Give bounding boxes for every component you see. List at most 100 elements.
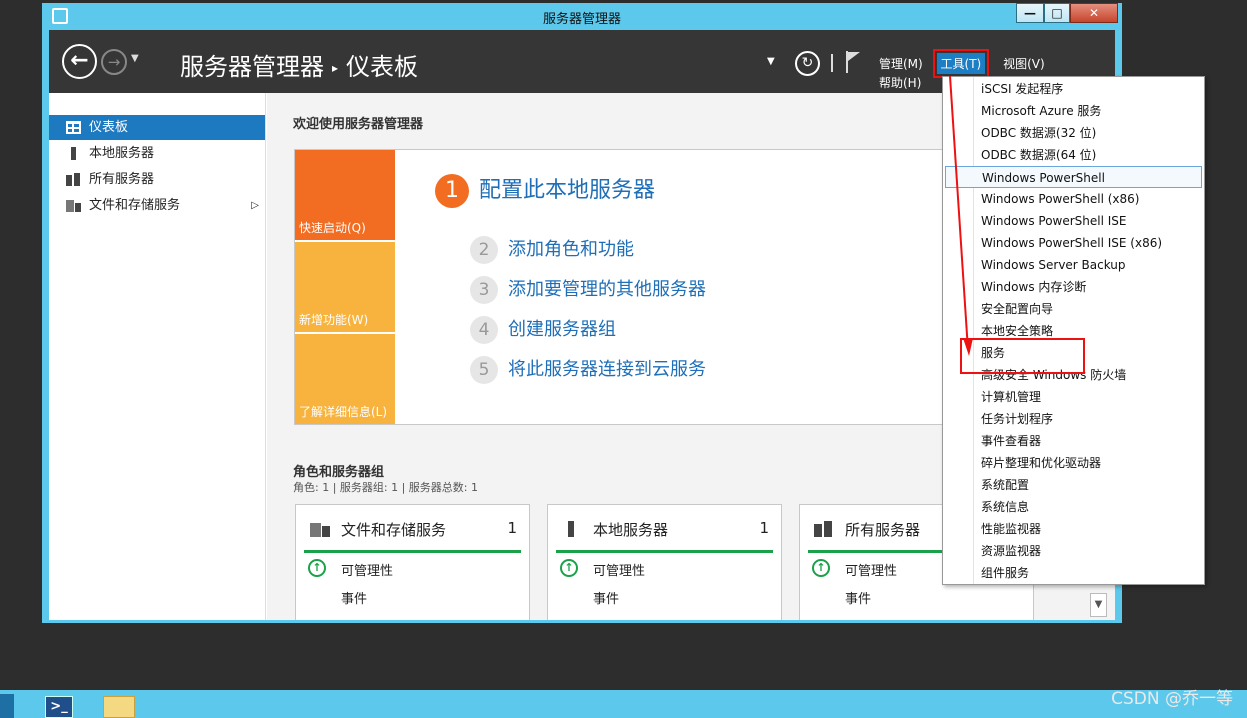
refresh-icon[interactable]: ↻ xyxy=(795,51,820,76)
menu-item-local-security-policy[interactable]: 本地安全策略 xyxy=(945,320,1202,342)
card-title: 本地服务器 xyxy=(593,521,669,539)
storage-icon xyxy=(310,523,330,537)
taskbar: >_ xyxy=(0,690,1247,718)
watermark: CSDN @乔一等 xyxy=(1111,689,1233,709)
card-count: 1 xyxy=(759,519,769,537)
sidebar-item-all-servers[interactable]: 所有服务器 xyxy=(49,167,265,192)
card-events[interactable]: 事件 xyxy=(341,588,367,607)
sidebar-item-file-storage[interactable]: 文件和存储服务 ▷ xyxy=(49,193,265,218)
forward-arrow-icon[interactable]: → xyxy=(101,49,127,75)
step-label: 配置此本地服务器 xyxy=(479,178,656,203)
menu-item-odbc64[interactable]: ODBC 数据源(64 位) xyxy=(945,144,1202,166)
menu-item-powershell-ise[interactable]: Windows PowerShell ISE xyxy=(945,210,1202,232)
card-events[interactable]: 事件 xyxy=(845,588,871,607)
menu-item-memory-diagnostic[interactable]: Windows 内存诊断 xyxy=(945,276,1202,298)
menu-item-defrag[interactable]: 碎片整理和优化驱动器 xyxy=(945,452,1202,474)
tile-quick-start[interactable]: 快速启动(Q) xyxy=(295,150,395,240)
maximize-button[interactable]: □ xyxy=(1044,3,1070,23)
card-count: 1 xyxy=(507,519,517,537)
step-label: 添加角色和功能 xyxy=(508,239,634,260)
menu-item-server-backup[interactable]: Windows Server Backup xyxy=(945,254,1202,276)
expand-arrow-icon[interactable]: ▷ xyxy=(251,193,259,218)
close-button[interactable]: ✕ xyxy=(1070,3,1118,23)
ok-status-icon: ↑ xyxy=(308,559,326,577)
tile-label: 快速启动(Q) xyxy=(299,221,366,235)
status-line xyxy=(556,550,773,553)
card-local-server[interactable]: 本地服务器 1 ↑ 可管理性 事件 xyxy=(547,504,782,620)
window-title: 服务器管理器 xyxy=(542,12,621,27)
server-icon xyxy=(71,147,76,160)
welcome-title: 欢迎使用服务器管理器 xyxy=(293,117,424,132)
menu-item-azure[interactable]: Microsoft Azure 服务 xyxy=(945,100,1202,122)
card-events[interactable]: 事件 xyxy=(593,588,619,607)
notifications-flag-icon[interactable] xyxy=(846,51,862,73)
menu-help[interactable]: 帮助(H) xyxy=(879,74,921,91)
menu-item-event-viewer[interactable]: 事件查看器 xyxy=(945,430,1202,452)
scroll-down-button[interactable]: ▼ xyxy=(1090,593,1107,617)
menu-item-resource-monitor[interactable]: 资源监视器 xyxy=(945,540,1202,562)
step-add-roles[interactable]: 2 添加角色和功能 xyxy=(470,235,634,264)
dashboard-icon xyxy=(66,121,81,134)
menu-item-powershell-x86[interactable]: Windows PowerShell (x86) xyxy=(945,188,1202,210)
sidebar-item-local-server[interactable]: 本地服务器 xyxy=(49,141,265,166)
step-create-group[interactable]: 4 创建服务器组 xyxy=(470,315,616,344)
menu-tools[interactable]: 工具(T) xyxy=(932,49,990,78)
servers-icon xyxy=(66,173,80,186)
sidebar-item-label: 文件和存储服务 xyxy=(89,198,181,213)
step-label: 添加要管理的其他服务器 xyxy=(508,279,706,300)
powershell-taskbar-icon[interactable]: >_ xyxy=(45,696,73,718)
tile-label: 了解详细信息(L) xyxy=(299,405,388,419)
step-add-servers[interactable]: 3 添加要管理的其他服务器 xyxy=(470,275,706,304)
step-number: 4 xyxy=(470,316,498,344)
menu-item-powershell-ise-x86[interactable]: Windows PowerShell ISE (x86) xyxy=(945,232,1202,254)
tile-learn-more[interactable]: 了解详细信息(L) xyxy=(295,334,395,424)
menu-item-odbc32[interactable]: ODBC 数据源(32 位) xyxy=(945,122,1202,144)
divider xyxy=(831,54,833,72)
menu-item-iscsi[interactable]: iSCSI 发起程序 xyxy=(945,78,1202,100)
title-bar[interactable]: 服务器管理器 — □ ✕ xyxy=(42,3,1122,30)
menu-manage[interactable]: 管理(M) xyxy=(879,55,923,72)
back-arrow-icon[interactable]: ← xyxy=(62,44,97,79)
servers-icon xyxy=(814,521,832,537)
menu-item-system-config[interactable]: 系统配置 xyxy=(945,474,1202,496)
menu-item-component-services[interactable]: 组件服务 xyxy=(945,562,1202,584)
step-number: 3 xyxy=(470,276,498,304)
minimize-button[interactable]: — xyxy=(1016,3,1044,23)
folder-taskbar-icon[interactable] xyxy=(103,696,135,718)
ok-status-icon: ↑ xyxy=(812,559,830,577)
sidebar-item-label: 本地服务器 xyxy=(89,146,155,161)
menu-item-powershell[interactable]: Windows PowerShell xyxy=(945,166,1202,188)
menu-item-performance-monitor[interactable]: 性能监视器 xyxy=(945,518,1202,540)
menu-item-computer-management[interactable]: 计算机管理 xyxy=(945,386,1202,408)
step-configure-local-server[interactable]: 1 配置此本地服务器 xyxy=(435,172,655,208)
menu-view[interactable]: 视图(V) xyxy=(1003,55,1045,72)
menu-item-services[interactable]: 服务 xyxy=(945,342,1202,364)
start-button[interactable] xyxy=(0,694,14,718)
sidebar-item-dashboard[interactable]: 仪表板 xyxy=(49,115,265,140)
history-dropdown-icon[interactable]: ▼ xyxy=(131,53,139,64)
tools-dropdown-menu: iSCSI 发起程序 Microsoft Azure 服务 ODBC 数据源(3… xyxy=(942,76,1205,585)
step-label: 创建服务器组 xyxy=(508,319,616,340)
menu-item-security-wizard[interactable]: 安全配置向导 xyxy=(945,298,1202,320)
step-number: 1 xyxy=(435,174,469,208)
step-number: 2 xyxy=(470,236,498,264)
sidebar-item-label: 所有服务器 xyxy=(89,172,155,187)
tile-whats-new[interactable]: 新增功能(W) xyxy=(295,242,395,332)
refresh-dropdown-icon[interactable]: ▼ xyxy=(767,56,775,67)
ok-status-icon: ↑ xyxy=(560,559,578,577)
breadcrumb-separator-icon: ▸ xyxy=(332,61,339,75)
step-connect-cloud[interactable]: 5 将此服务器连接到云服务 xyxy=(470,355,706,384)
card-manageability[interactable]: 可管理性 xyxy=(845,560,897,579)
breadcrumb-root[interactable]: 服务器管理器 xyxy=(180,53,324,81)
menu-item-task-scheduler[interactable]: 任务计划程序 xyxy=(945,408,1202,430)
breadcrumb-page: 仪表板 xyxy=(346,53,419,81)
desktop: 服务器管理器 — □ ✕ ← → ▼ 服务器管理器 ▸ 仪表板 ▼ ↻ 管理(M… xyxy=(0,0,1247,718)
status-line xyxy=(304,550,521,553)
menu-item-firewall[interactable]: 高级安全 Windows 防火墙 xyxy=(945,364,1202,386)
card-file-storage[interactable]: 文件和存储服务 1 ↑ 可管理性 事件 xyxy=(295,504,530,620)
roles-title: 角色和服务器组 xyxy=(293,465,385,480)
step-number: 5 xyxy=(470,356,498,384)
card-manageability[interactable]: 可管理性 xyxy=(341,560,393,579)
menu-item-system-info[interactable]: 系统信息 xyxy=(945,496,1202,518)
card-manageability[interactable]: 可管理性 xyxy=(593,560,645,579)
